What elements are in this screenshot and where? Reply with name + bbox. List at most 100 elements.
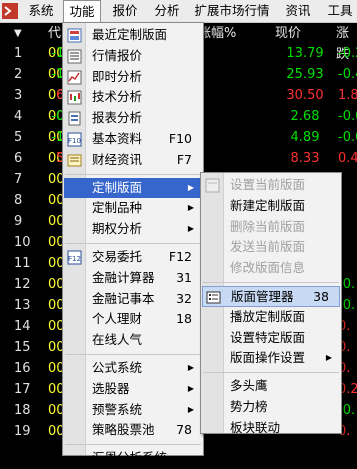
layout-menu-item-10[interactable]: 版面操作设置 ▶ [202, 348, 340, 369]
header-code[interactable]: 代 [48, 23, 61, 44]
menu-separator [65, 173, 201, 175]
menu-extended-market[interactable]: 扩展市场行情 [192, 0, 272, 22]
current-price: 4.89 [290, 130, 320, 145]
menu-item-label: 选股器 [92, 380, 130, 396]
func-menu-item-16[interactable]: 个人理财 18 [64, 309, 202, 330]
func-menu-item-4[interactable]: 技术分析 [64, 87, 202, 108]
menu-item-label: 多头鹰 [230, 378, 268, 394]
func-menu-item-14[interactable]: 金融计算器 31 [64, 268, 202, 289]
layout-menu-item-5[interactable]: 修改版面信息 [202, 258, 340, 279]
func-menu-item-3[interactable]: 即时分析 [64, 67, 202, 88]
menu-item-label: 财经资讯 [92, 151, 143, 167]
menu-system[interactable]: 系统 [24, 0, 58, 22]
menu-item-label: 期权分析 [92, 221, 143, 237]
func-menu-item-11[interactable]: 期权分析 ▶ [64, 219, 202, 240]
menu-item-label: 行情报价 [92, 47, 143, 63]
menu-item-label: 版面管理器 [231, 289, 294, 304]
app-window: 系统 功能 报价 分析 扩展市场行情 资讯 工具 ▼ 代 涨幅% 现价 涨跌 1… [0, 0, 357, 469]
menu-item-shortcut: 32 [176, 290, 192, 306]
menu-item-label: 定制品种 [92, 200, 143, 216]
func-menu-item-5[interactable]: 报表分析 [64, 108, 202, 129]
menu-separator [203, 372, 339, 374]
svg-text:F10: F10 [68, 137, 81, 145]
layout-menu-item-7[interactable]: 版面管理器 38 [202, 286, 340, 307]
set-layout-icon [205, 178, 220, 193]
layout-manager-icon [206, 290, 221, 305]
func-menu-item-17[interactable]: 在线人气 [64, 330, 202, 351]
layout-menu-item-12[interactable]: 多头鹰 [202, 376, 340, 397]
layout-menu-item-3[interactable]: 删除当前版面 [202, 217, 340, 238]
candlestick-icon [67, 90, 82, 105]
price-change: -0.0 [338, 130, 357, 145]
header-price[interactable]: 现价 [275, 23, 301, 44]
current-price: 8.33 [290, 151, 320, 166]
row-index: 2 [14, 67, 23, 82]
menubar: 系统 功能 报价 分析 扩展市场行情 资讯 工具 [0, 0, 357, 23]
layout-menu-item-9[interactable]: 设置特定版面 [202, 328, 340, 349]
menu-item-shortcut: 18 [176, 311, 192, 327]
layout-menu-item-8[interactable]: 播放定制版面 [202, 307, 340, 328]
menu-item-label: 报表分析 [92, 110, 143, 126]
row-index: 8 [14, 193, 23, 208]
quote-list-icon [67, 49, 82, 64]
menu-item-label: 在线人气 [92, 332, 143, 348]
price-change: 0.4 [338, 151, 357, 166]
layout-menu-item-1[interactable]: 设置当前版面 [202, 175, 340, 196]
menu-item-shortcut: F12 [168, 249, 192, 264]
layout-menu-item-2[interactable]: 新建定制版面 [202, 196, 340, 217]
func-menu-item-1[interactable]: 最近定制版面 [64, 25, 202, 46]
submenu-arrow-icon: ▶ [325, 353, 332, 363]
price-change: -0.4 [338, 67, 357, 82]
menu-separator [65, 444, 201, 446]
custom-layout-submenu: 设置当前版面 新建定制版面 删除当前版面发送当前版面修改版面信息版面管理器 38 播放定… [200, 172, 342, 435]
menu-function[interactable]: 功能 [63, 0, 101, 22]
row-index: 5 [14, 130, 23, 145]
f10-icon: F10 [67, 132, 82, 147]
menu-item-shortcut: F7 [176, 151, 192, 167]
current-price: 2.68 [290, 109, 320, 124]
menu-item-shortcut: 78 [176, 422, 192, 438]
func-menu-item-19[interactable]: 公式系统 ▶ [64, 358, 202, 379]
menu-item-label: 设置特定版面 [230, 329, 306, 345]
func-menu-item-24[interactable]: 汇恩分析系统 [64, 448, 202, 469]
func-menu-item-9[interactable]: 定制版面 ▶ [64, 177, 202, 199]
menu-item-label: 版面操作设置 [230, 350, 306, 366]
menu-info[interactable]: 资讯 [280, 0, 316, 22]
menu-item-label: 预警系统 [92, 401, 143, 417]
func-menu-item-6[interactable]: F10 基本资料 F10 [64, 129, 202, 150]
func-menu-item-2[interactable]: 行情报价 [64, 46, 202, 67]
menu-item-label: 技术分析 [92, 89, 143, 105]
menu-analysis[interactable]: 分析 [149, 0, 185, 22]
menu-item-label: 金融记事本 [92, 290, 155, 306]
menu-item-label: 基本资料 [92, 131, 143, 146]
menu-item-label: 新建定制版面 [230, 197, 306, 213]
menu-item-shortcut: 31 [176, 269, 192, 285]
menu-item-label: 修改版面信息 [230, 260, 306, 276]
func-menu-item-21[interactable]: 预警系统 ▶ [64, 400, 202, 421]
menu-quote[interactable]: 报价 [107, 0, 143, 22]
func-menu-item-15[interactable]: 金融记事本 32 [64, 289, 202, 310]
func-menu-item-20[interactable]: 选股器 ▶ [64, 379, 202, 400]
sort-desc-icon[interactable]: ▼ [14, 23, 22, 44]
menu-item-label: 板块联动 [230, 419, 281, 435]
func-menu-item-13[interactable]: F12 交易委托 F12 [64, 247, 202, 268]
func-menu-item-22[interactable]: 策略股票池 78 [64, 420, 202, 441]
submenu-arrow-icon: ▶ [187, 404, 194, 414]
menu-item-label: 即时分析 [92, 68, 143, 84]
row-index: 7 [14, 172, 23, 187]
row-index: 1 [14, 46, 23, 61]
menu-tools[interactable]: 工具 [323, 0, 357, 22]
line-chart-icon [67, 70, 82, 85]
menu-item-label: 删除当前版面 [230, 218, 306, 234]
menu-item-label: 汇恩分析系统 [92, 450, 168, 466]
header-change[interactable]: 涨跌 [336, 23, 357, 62]
menu-item-label: 势力榜 [230, 399, 268, 414]
menu-separator [203, 282, 339, 283]
layout-menu-item-4[interactable]: 发送当前版面 [202, 237, 340, 258]
func-menu-item-7[interactable]: 财经资讯 F7 [64, 150, 202, 171]
layout-menu-item-13[interactable]: 势力榜 [202, 397, 340, 418]
func-menu-item-10[interactable]: 定制品种 ▶ [64, 198, 202, 219]
submenu-arrow-icon: ▶ [187, 383, 194, 393]
menu-item-label: 最近定制版面 [92, 27, 168, 42]
layout-menu-item-14[interactable]: 板块联动 [202, 418, 340, 439]
